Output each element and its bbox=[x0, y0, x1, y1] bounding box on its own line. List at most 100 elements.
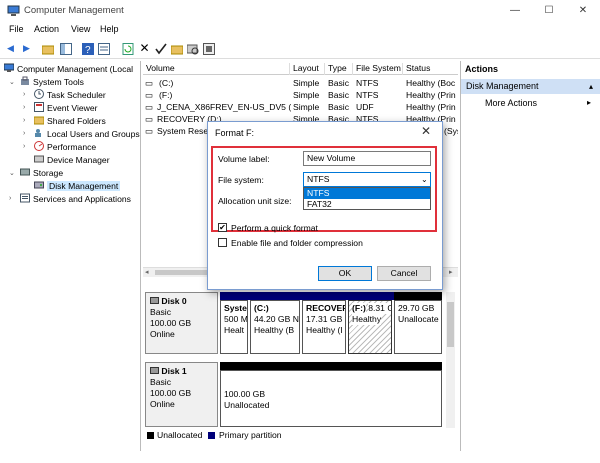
open-folder-icon[interactable] bbox=[171, 43, 183, 55]
partition-size: 100.00 GB bbox=[224, 389, 266, 399]
back-icon[interactable]: ◀ bbox=[4, 42, 17, 55]
menu-action[interactable]: Action bbox=[34, 24, 59, 34]
tree-item-disk-management[interactable]: Disk Management bbox=[34, 180, 121, 193]
tree-item-device-manager[interactable]: Device Manager bbox=[34, 154, 110, 167]
maximize-button[interactable]: ☐ bbox=[534, 2, 564, 20]
drive-icon: ▭ bbox=[145, 90, 154, 100]
column-header-layout[interactable]: Layout bbox=[290, 63, 325, 75]
partition-size: 500 M bbox=[224, 314, 248, 324]
actions-pane: Actions Disk Management ▴ More Actions ▸ bbox=[460, 61, 600, 451]
legend-swatch-unallocated bbox=[147, 432, 154, 439]
tree-item-storage[interactable]: Storage bbox=[20, 167, 63, 180]
tree-item-services[interactable]: Services and Applications bbox=[20, 193, 131, 206]
tree-item-shared-folders[interactable]: Shared Folders bbox=[34, 115, 106, 128]
svg-text:?: ? bbox=[85, 45, 91, 55]
allocation-unit-caption: Allocation unit size: bbox=[218, 196, 292, 206]
collapse-arrow-icon[interactable]: ⌄ bbox=[9, 78, 15, 86]
refresh-icon[interactable] bbox=[122, 43, 134, 55]
file-system-select[interactable]: NTFS ⌄ bbox=[303, 172, 431, 187]
checkmark-icon[interactable] bbox=[155, 43, 167, 55]
menu-view[interactable]: View bbox=[71, 24, 90, 34]
actions-disk-management[interactable]: Disk Management ▴ bbox=[461, 79, 600, 94]
close-button[interactable]: ✕ bbox=[568, 2, 598, 20]
partition-status: Healthy (I bbox=[306, 325, 343, 335]
expand-arrow-icon[interactable]: › bbox=[23, 104, 25, 111]
properties-icon[interactable] bbox=[98, 43, 110, 55]
expand-arrow-icon[interactable]: › bbox=[9, 195, 11, 202]
performance-icon bbox=[34, 141, 44, 151]
up-folder-icon[interactable] bbox=[42, 43, 54, 55]
column-header-status[interactable]: Status bbox=[403, 63, 458, 75]
partition-system-reserved[interactable]: Syste 500 M Healt bbox=[220, 300, 248, 354]
show-tree-icon[interactable] bbox=[60, 43, 72, 55]
collapse-up-icon[interactable]: ▴ bbox=[589, 79, 593, 94]
format-dialog: Format F: ✕ Volume label: New Volume Fil… bbox=[207, 121, 443, 290]
disk-0-label[interactable]: Disk 0 Basic 100.00 GB Online bbox=[145, 292, 218, 354]
partition-unallocated-disk0[interactable]: 29.70 GB Unallocate bbox=[394, 300, 442, 354]
tree-item-system-tools[interactable]: System Tools bbox=[20, 76, 84, 89]
partition-size: 44.20 GB N bbox=[254, 314, 299, 324]
tree-item-event-viewer[interactable]: Event Viewer bbox=[34, 102, 97, 115]
dropdown-option-ntfs[interactable]: NTFS bbox=[304, 188, 430, 199]
table-row[interactable]: ▭ (F:) Simple Basic NTFS Healthy (Prin bbox=[143, 89, 458, 101]
expand-arrow-icon[interactable]: › bbox=[23, 143, 25, 150]
chevron-down-icon[interactable]: ⌄ bbox=[421, 173, 428, 186]
table-row[interactable]: ▭ (C:) Simple Basic NTFS Healthy (Boc bbox=[143, 77, 458, 89]
column-header-volume[interactable]: Volume bbox=[143, 63, 290, 75]
partition-title: RECOVER bbox=[306, 303, 346, 313]
volume-label-input[interactable]: New Volume bbox=[303, 151, 431, 166]
file-system-dropdown-list: NTFS FAT32 bbox=[303, 187, 431, 210]
menu-help[interactable]: Help bbox=[100, 24, 119, 34]
drive-icon: ▭ bbox=[145, 78, 154, 88]
storage-icon bbox=[20, 168, 30, 176]
actions-title: Actions bbox=[465, 64, 499, 74]
users-icon bbox=[35, 129, 41, 137]
volume-status: Healthy (Prin bbox=[406, 90, 456, 100]
expand-arrow-icon[interactable]: › bbox=[23, 117, 25, 124]
compression-checkbox[interactable] bbox=[218, 238, 227, 247]
cancel-button[interactable]: Cancel bbox=[377, 266, 431, 281]
forward-icon[interactable]: ▶ bbox=[20, 42, 33, 55]
partition-c[interactable]: (C:) 44.20 GB N Healthy (B bbox=[250, 300, 300, 354]
partition-f-selected[interactable]: (F:) 8.31 GB I Healthy bbox=[348, 300, 392, 354]
tree-item-computer-management[interactable]: Computer Management (Local bbox=[4, 63, 133, 76]
quick-format-checkbox[interactable]: ✔ bbox=[218, 223, 227, 232]
partition-recovery[interactable]: RECOVER 17.31 GB Healthy (I bbox=[302, 300, 346, 354]
column-header-type[interactable]: Type bbox=[325, 63, 353, 75]
minimize-button[interactable]: — bbox=[500, 2, 530, 20]
vertical-scrollbar[interactable] bbox=[446, 292, 455, 428]
help-icon[interactable]: ? bbox=[82, 43, 94, 55]
settings-icon[interactable] bbox=[203, 43, 215, 55]
scroll-right-icon[interactable]: ▸ bbox=[449, 268, 453, 276]
partition-status: Unallocated bbox=[224, 400, 270, 410]
disk-icon bbox=[150, 367, 159, 374]
expand-arrow-icon[interactable]: › bbox=[23, 91, 25, 98]
more-actions[interactable]: More Actions ▸ bbox=[485, 98, 591, 108]
volume-type: Basic bbox=[328, 78, 350, 88]
expand-arrow-icon[interactable]: › bbox=[23, 130, 25, 137]
ok-button[interactable]: OK bbox=[318, 266, 372, 281]
computer-management-icon bbox=[7, 5, 20, 16]
tree-item-task-scheduler[interactable]: Task Scheduler bbox=[34, 89, 106, 102]
table-row[interactable]: ▭ J_CENA_X86FREV_EN-US_DV5 (G:) Simple B… bbox=[143, 101, 458, 113]
column-header-file-system[interactable]: File System bbox=[353, 63, 403, 75]
search-disk-icon[interactable] bbox=[187, 43, 199, 55]
scroll-thumb[interactable] bbox=[447, 302, 454, 347]
partition-unallocated-disk1[interactable]: 100.00 GB Unallocated bbox=[220, 370, 442, 427]
disk-1-type: Basic bbox=[150, 377, 172, 387]
tree-item-performance[interactable]: Performance bbox=[34, 141, 96, 154]
tree-item-local-users[interactable]: Local Users and Groups bbox=[34, 128, 140, 141]
disk-1-label[interactable]: Disk 1 Basic 100.00 GB Online bbox=[145, 362, 218, 427]
dialog-close-button[interactable]: ✕ bbox=[421, 124, 431, 138]
collapse-arrow-icon[interactable]: ⌄ bbox=[9, 169, 15, 177]
disk-0-type: Basic bbox=[150, 307, 172, 317]
delete-icon[interactable]: ✕ bbox=[138, 42, 151, 55]
file-system-caption: File system: bbox=[218, 175, 264, 185]
dropdown-option-fat32[interactable]: FAT32 bbox=[304, 199, 430, 210]
actions-section-label: Disk Management bbox=[466, 81, 539, 91]
shared-folder-icon bbox=[34, 116, 44, 125]
scroll-left-icon[interactable]: ◂ bbox=[145, 268, 149, 276]
navigation-tree: Computer Management (Local ⌄ System Tool… bbox=[0, 61, 141, 451]
menu-file[interactable]: File bbox=[9, 24, 24, 34]
legend-swatch-primary bbox=[208, 432, 215, 439]
